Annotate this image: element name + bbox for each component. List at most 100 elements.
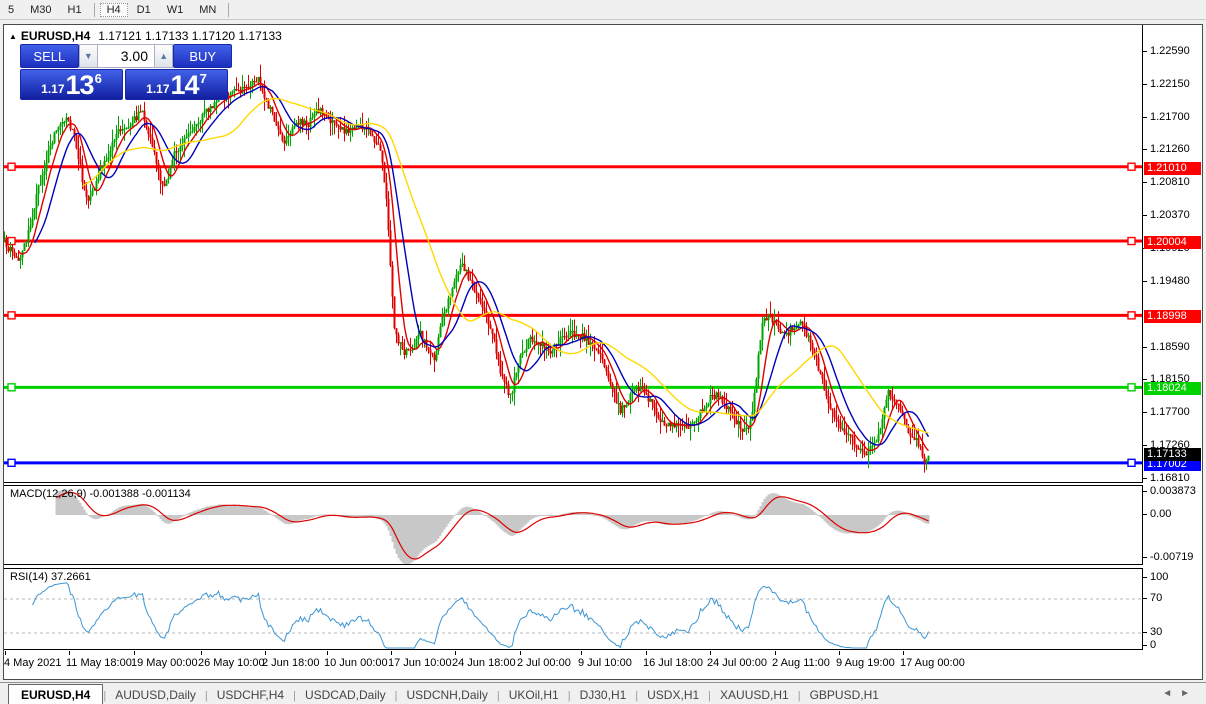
- price-axis-tick: [1143, 215, 1147, 216]
- chart-ohlc: 1.17121 1.17133 1.17120 1.17133: [98, 29, 282, 43]
- date-axis-tick: [5, 651, 6, 655]
- rsi-axis-label: 30: [1150, 626, 1162, 638]
- chart-tab-bar: EURUSD,H4|AUDUSD,Daily|USDCHF,H4|USDCAD,…: [0, 682, 1206, 704]
- rsi-axis-label: 100: [1150, 571, 1168, 583]
- date-axis-tick: [327, 651, 328, 655]
- price-axis-tick: [1143, 117, 1147, 118]
- tab-audusd-daily[interactable]: AUDUSD,Daily: [106, 686, 205, 704]
- rsi-label: RSI(14) 37.2661: [10, 571, 91, 583]
- volume-decrease-icon[interactable]: ▼: [79, 44, 98, 68]
- date-axis-tick: [391, 651, 392, 655]
- price-axis-tick: [1143, 51, 1147, 52]
- rsi-axis-tick: [1143, 632, 1147, 633]
- date-axis-tick: [201, 651, 202, 655]
- chart-window[interactable]: MACD(12,26,9) -0.001388 -0.001134 RSI(14…: [3, 24, 1203, 680]
- macd-axis-tick: [1143, 514, 1147, 515]
- macd-axis-label: 0.003873: [1150, 485, 1196, 497]
- date-axis-label: 17 Aug 00:00: [900, 657, 965, 669]
- toolbar-separator: [94, 3, 95, 17]
- macd-panel[interactable]: MACD(12,26,9) -0.001388 -0.001134: [4, 485, 1143, 565]
- timeframe-button-d1[interactable]: D1: [130, 3, 158, 17]
- tab-gbpusd-h1[interactable]: GBPUSD,H1: [801, 686, 888, 704]
- timeframe-button-w1[interactable]: W1: [160, 3, 191, 17]
- price-axis-tick: [1143, 379, 1147, 380]
- rsi-canvas[interactable]: [4, 570, 1142, 650]
- date-axis-label: 11 May 18:00: [66, 657, 132, 669]
- timeframe-button-h4[interactable]: H4: [100, 3, 128, 17]
- macd-axis-tick: [1143, 491, 1147, 492]
- date-axis-tick: [581, 651, 582, 655]
- timeframe-button-mn[interactable]: MN: [192, 3, 223, 17]
- date-axis-tick: [839, 651, 840, 655]
- volume-input[interactable]: [98, 44, 154, 68]
- date-axis-tick: [710, 651, 711, 655]
- rsi-axis-label: 0: [1150, 639, 1156, 651]
- tab-scroll-right-icon: ►: [1180, 688, 1198, 699]
- price-axis-label: 1.22150: [1150, 78, 1190, 90]
- price-level-label: 1.20004: [1144, 236, 1201, 249]
- tab-usdchf-h4[interactable]: USDCHF,H4: [208, 686, 293, 704]
- date-axis-label: 26 May 10:00: [198, 657, 265, 669]
- date-axis-tick: [265, 651, 266, 655]
- buy-price-pips: 14: [171, 72, 199, 98]
- date-axis-label: 10 Jun 00:00: [324, 657, 388, 669]
- timeframe-button-m30[interactable]: M30: [23, 3, 58, 17]
- rsi-axis-label: 70: [1150, 592, 1162, 604]
- buy-button[interactable]: BUY: [173, 44, 232, 68]
- date-axis-tick: [69, 651, 70, 655]
- date-axis-label: 24 Jul 00:00: [707, 657, 767, 669]
- price-axis-tick: [1143, 445, 1147, 446]
- price-axis-label: 1.18590: [1150, 341, 1190, 353]
- buy-price-pane[interactable]: 1.17 14 7: [125, 69, 228, 100]
- sell-price-prefix: 1.17: [41, 82, 64, 96]
- price-axis-label: 1.21260: [1150, 143, 1190, 155]
- tab-eurusd-h4[interactable]: EURUSD,H4: [8, 684, 103, 704]
- tab-ukoil-h1[interactable]: UKOil,H1: [500, 686, 568, 704]
- date-axis-label: 2 Jun 18:00: [262, 657, 320, 669]
- date-axis-tick: [520, 651, 521, 655]
- date-axis-label: 2 Aug 11:00: [772, 657, 830, 669]
- tab-usdcad-daily[interactable]: USDCAD,Daily: [296, 686, 395, 704]
- timeframe-button-h1[interactable]: H1: [61, 3, 89, 17]
- collapse-icon[interactable]: ▲: [9, 32, 17, 41]
- sell-price-pane[interactable]: 1.17 13 6: [20, 69, 123, 100]
- tab-dj30-h1[interactable]: DJ30,H1: [571, 686, 636, 704]
- rsi-panel[interactable]: RSI(14) 37.2661: [4, 568, 1143, 650]
- sell-price-pips: 13: [66, 72, 94, 98]
- mt4-terminal: 5M30H1 H4D1W1MN MACD(12,26,9) -0.001388 -…: [0, 0, 1206, 704]
- buy-price-pipette: 7: [200, 71, 207, 86]
- rsi-axis-tick: [1143, 577, 1147, 578]
- tab-usdx-h1[interactable]: USDX,H1: [638, 686, 708, 704]
- tab-usdcnh-daily[interactable]: USDCNH,Daily: [398, 686, 497, 704]
- toolbar-separator: [228, 3, 229, 17]
- rsi-axis-tick: [1143, 598, 1147, 599]
- price-axis-tick: [1143, 347, 1147, 348]
- tab-scroll-arrows[interactable]: ◄►: [1162, 688, 1198, 699]
- price-axis-label: 1.20370: [1150, 209, 1190, 221]
- price-axis-label: 1.17700: [1150, 406, 1190, 418]
- price-axis-label: 1.21700: [1150, 111, 1190, 123]
- chart-title: ▲ EURUSD,H4 1.17121 1.17133 1.17120 1.1713…: [9, 29, 282, 43]
- date-axis-tick: [455, 651, 456, 655]
- date-axis-label: 9 Jul 10:00: [578, 657, 632, 669]
- volume-increase-icon[interactable]: ▲: [154, 44, 173, 68]
- price-level-label: 1.18998: [1144, 310, 1201, 323]
- date-axis-label: 17 Jun 10:00: [388, 657, 452, 669]
- timeframe-button-5[interactable]: 5: [1, 3, 21, 17]
- price-level-label: 1.18024: [1144, 382, 1201, 395]
- sell-button[interactable]: SELL: [20, 44, 79, 68]
- date-axis-tick: [134, 651, 135, 655]
- buy-price-prefix: 1.17: [146, 82, 169, 96]
- chart-symbol: EURUSD,H4: [21, 29, 90, 43]
- date-axis-tick: [903, 651, 904, 655]
- macd-axis-tick: [1143, 557, 1147, 558]
- price-axis-label: 1.22590: [1150, 45, 1190, 57]
- price-axis-tick: [1143, 182, 1147, 183]
- one-click-trading-panel: SELL ▼ ▲ BUY 1.17 13 6 1.17 14 7: [20, 44, 232, 100]
- tab-xauusd-h1[interactable]: XAUUSD,H1: [711, 686, 798, 704]
- macd-axis-label: 0.00: [1150, 508, 1171, 520]
- macd-label: MACD(12,26,9) -0.001388 -0.001134: [10, 488, 191, 500]
- date-axis-label: 9 Aug 19:00: [836, 657, 895, 669]
- price-axis-tick: [1143, 84, 1147, 85]
- sell-price-pipette: 6: [95, 71, 102, 86]
